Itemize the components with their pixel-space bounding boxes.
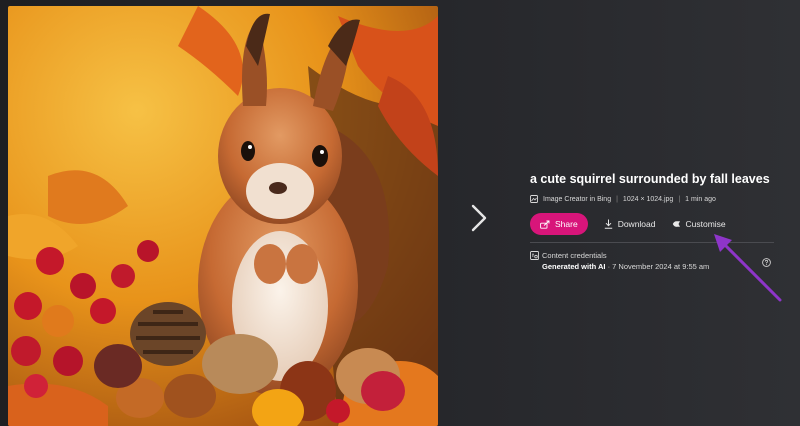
image-details-panel: a cute squirrel surrounded by fall leave… (530, 168, 780, 271)
download-button[interactable]: Download (604, 219, 656, 229)
help-icon[interactable] (762, 254, 771, 267)
meta-separator: | (678, 195, 681, 203)
customise-button[interactable]: Customise (672, 219, 726, 229)
meta-source: Image Creator in Bing (543, 195, 612, 203)
meta-time: 1 min ago (685, 195, 716, 203)
generated-image[interactable] (8, 6, 438, 426)
meta-separator: | (616, 195, 618, 203)
share-icon (540, 220, 550, 229)
credentials-detail: Generated with AI · 7 November 2024 at 9… (542, 262, 780, 271)
next-image-chevron-icon[interactable] (466, 200, 492, 236)
credentials-heading: Content credentials (542, 251, 607, 260)
share-button[interactable]: Share (530, 213, 588, 235)
download-icon (604, 219, 612, 229)
generated-with-ai: Generated with AI (542, 262, 606, 271)
customise-icon (672, 221, 680, 227)
content-credentials-icon (530, 251, 539, 262)
credentials-date: · 7 November 2024 at 9:55 am (607, 262, 710, 271)
divider (530, 242, 774, 243)
share-label: Share (555, 219, 578, 229)
content-credentials: Content credentials Generated with AI · … (530, 251, 780, 271)
action-bar: Share Download Customise (530, 213, 780, 235)
image-title: a cute squirrel surrounded by fall leave… (530, 172, 770, 186)
download-label: Download (617, 219, 656, 229)
image-viewer: a cute squirrel surrounded by fall leave… (0, 0, 800, 426)
image-creator-icon (530, 195, 538, 203)
meta-dimensions: 1024 × 1024.jpg (622, 195, 674, 203)
image-meta: Image Creator in Bing | 1024 × 1024.jpg … (530, 195, 780, 203)
customise-label: Customise (685, 219, 726, 229)
